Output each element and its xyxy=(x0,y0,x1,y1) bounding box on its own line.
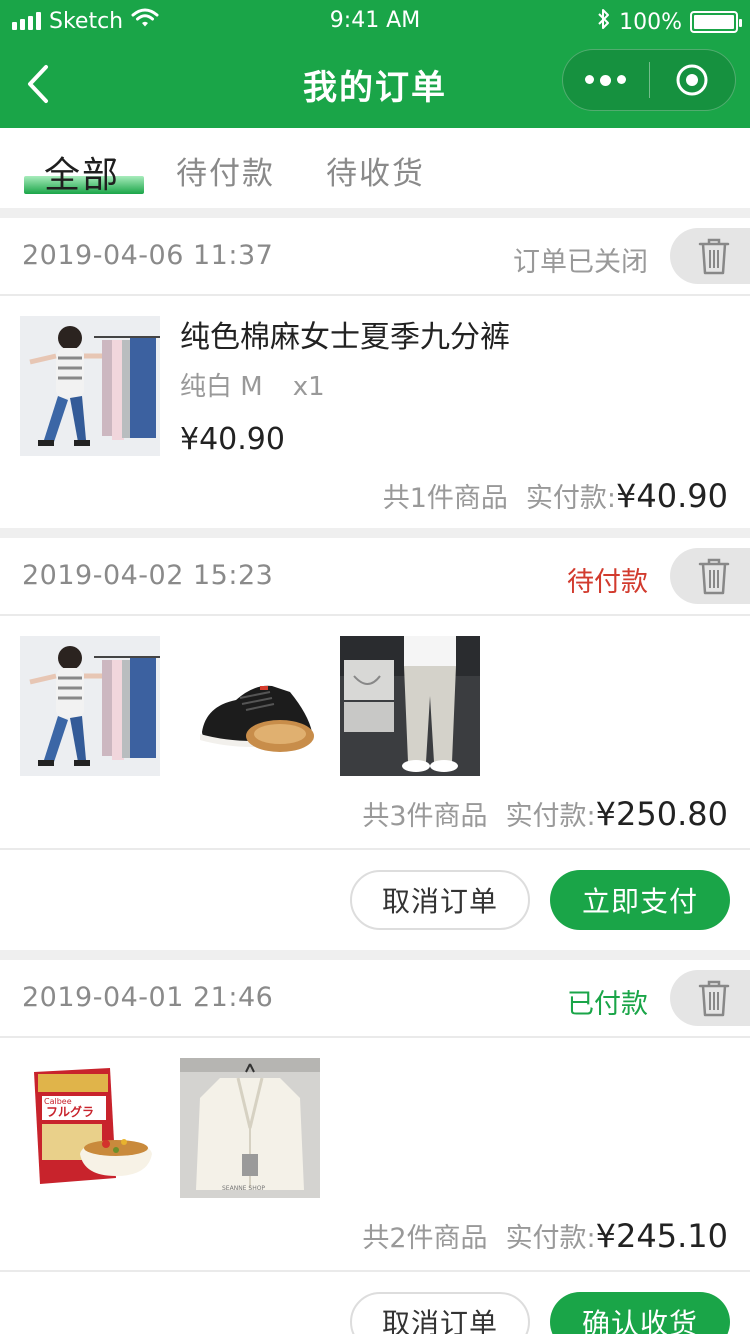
product-image-pants[interactable] xyxy=(20,636,160,776)
order-status: 待付款 xyxy=(567,567,648,598)
tab-pending-receipt[interactable]: 待收货 xyxy=(326,148,425,193)
tab-all[interactable]: 全部 xyxy=(44,146,120,198)
battery-icon xyxy=(690,11,742,33)
product-name: 纯色棉麻女士夏季九分裤 xyxy=(180,320,510,355)
order-summary: 共3件商品 实付款:¥250.80 xyxy=(362,794,728,833)
confirm-receipt-button[interactable]: 确认收货 xyxy=(550,1292,730,1334)
trash-icon xyxy=(698,980,730,1017)
paid-label: 实付款: xyxy=(505,1223,596,1254)
order-summary: 共1件商品 实付款:¥40.90 xyxy=(383,476,728,515)
bluetooth-icon xyxy=(597,8,611,36)
order-actions: 取消订单 立即支付 xyxy=(0,848,750,950)
product-price: ¥40.90 xyxy=(180,422,285,457)
status-right: 100% xyxy=(597,8,742,36)
item-count: 共1件商品 xyxy=(382,483,508,514)
cereal-title-text: フルグラ xyxy=(46,1104,94,1119)
battery-label: 100% xyxy=(619,9,682,35)
product-spec: 纯白 M x1 xyxy=(180,366,325,403)
order-time: 2019-04-01 21:46 xyxy=(22,982,274,1013)
product-variant: 纯白 M xyxy=(180,372,263,402)
product-quantity: x1 xyxy=(292,372,325,402)
order-header: 2019-04-06 11:37 订单已关闭 xyxy=(0,218,750,296)
cancel-order-button[interactable]: 取消订单 xyxy=(350,1292,530,1334)
more-button[interactable] xyxy=(563,74,649,86)
cancel-order-button[interactable]: 取消订单 xyxy=(350,870,530,930)
tab-pending-payment[interactable]: 待付款 xyxy=(176,148,275,193)
paid-amount: ¥250.80 xyxy=(595,795,728,833)
order-header: 2019-04-02 15:23 待付款 xyxy=(0,538,750,616)
product-image-jacket[interactable]: SEANNE SHOP xyxy=(180,1058,320,1198)
item-count: 共3件商品 xyxy=(362,801,488,832)
trash-icon xyxy=(698,558,730,595)
product-image-mens-pants[interactable] xyxy=(340,636,480,776)
nav-bar: 我的订单 xyxy=(0,40,750,128)
paid-amount: ¥245.10 xyxy=(595,1217,728,1255)
product-image-shoe[interactable] xyxy=(180,636,320,776)
order-card: 2019-04-01 21:46 已付款 Calbee フルグラ SEANNE … xyxy=(0,960,750,1334)
order-tabs: 全部 待付款 待收货 xyxy=(0,128,750,208)
delete-order-button[interactable] xyxy=(670,970,750,1026)
paid-label: 实付款: xyxy=(525,483,617,514)
trash-icon xyxy=(698,238,730,275)
paid-amount: ¥40.90 xyxy=(616,477,728,515)
delete-order-button[interactable] xyxy=(670,228,750,284)
order-card: 2019-04-02 15:23 待付款 共3件商品 实付款:¥250.80 取… xyxy=(0,538,750,950)
product-image-pants[interactable] xyxy=(20,316,160,456)
close-miniapp-button[interactable] xyxy=(650,63,736,97)
product-image-cereal[interactable]: Calbee フルグラ xyxy=(20,1058,160,1198)
app-header: Sketch 9:41 AM 100% 我的订单 xyxy=(0,0,750,128)
order-time: 2019-04-06 11:37 xyxy=(22,240,274,271)
order-header: 2019-04-01 21:46 已付款 xyxy=(0,960,750,1038)
order-time: 2019-04-02 15:23 xyxy=(22,560,274,591)
order-status: 订单已关闭 xyxy=(513,247,648,278)
paid-label: 实付款: xyxy=(505,801,596,832)
delete-order-button[interactable] xyxy=(670,548,750,604)
order-card: 2019-04-06 11:37 订单已关闭 纯色棉麻女士夏季九分裤 纯白 M … xyxy=(0,218,750,528)
order-actions: 取消订单 确认收货 xyxy=(0,1270,750,1334)
item-count: 共2件商品 xyxy=(362,1223,488,1254)
order-status: 已付款 xyxy=(567,989,648,1020)
order-summary: 共2件商品 实付款:¥245.10 xyxy=(362,1216,728,1255)
jacket-tag-text: SEANNE SHOP xyxy=(222,1185,265,1192)
pay-now-button[interactable]: 立即支付 xyxy=(550,870,730,930)
miniapp-capsule xyxy=(562,49,736,111)
target-icon xyxy=(676,64,708,96)
status-bar: Sketch 9:41 AM 100% xyxy=(0,0,750,40)
